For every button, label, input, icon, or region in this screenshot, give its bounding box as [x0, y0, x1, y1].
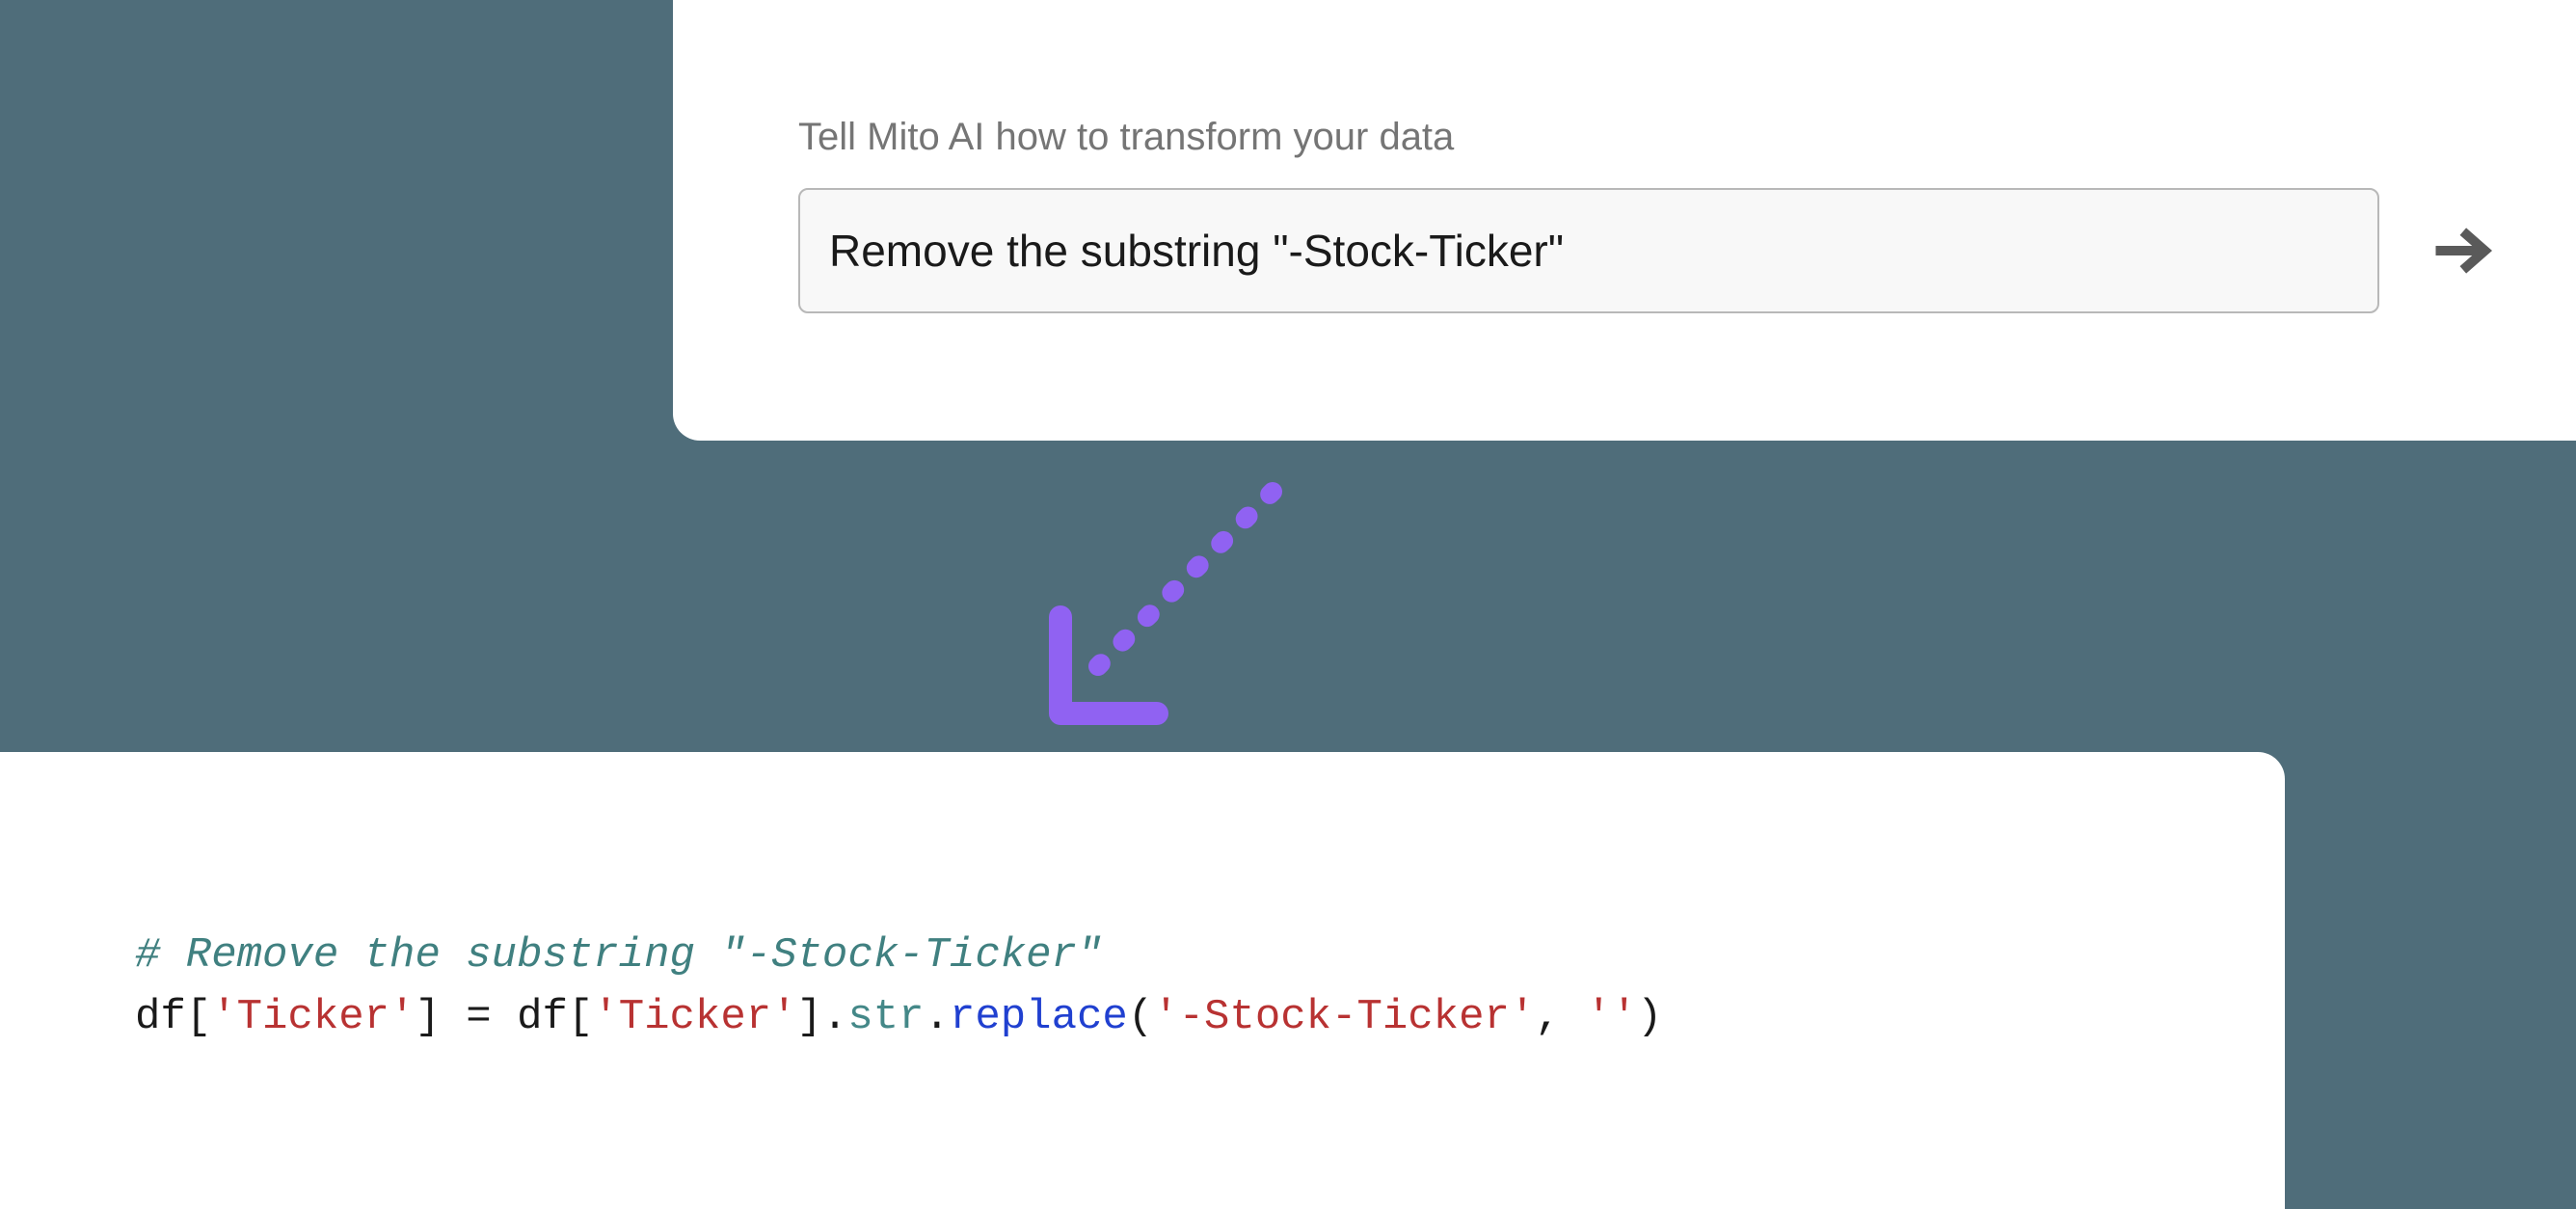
prompt-input[interactable] — [798, 188, 2379, 313]
code-block: # Remove the substring "-Stock-Ticker" d… — [135, 926, 2285, 1049]
code-token: df[ — [135, 993, 211, 1041]
code-token: , — [1535, 993, 1586, 1041]
code-token: ) — [1637, 993, 1662, 1041]
code-string: '' — [1586, 993, 1637, 1041]
code-token: . — [925, 993, 950, 1041]
ai-prompt-card: Tell Mito AI how to transform your data — [673, 0, 2576, 441]
connector-arrow-icon — [1032, 472, 1292, 742]
code-token: ] = df[ — [415, 993, 593, 1041]
code-comment: # Remove the substring "-Stock-Ticker" — [135, 931, 1102, 980]
code-output-card: # Remove the substring "-Stock-Ticker" d… — [0, 752, 2285, 1209]
code-string: 'Ticker' — [593, 993, 796, 1041]
code-token: ]. — [797, 993, 848, 1041]
code-string: '-Stock-Ticker' — [1153, 993, 1535, 1041]
prompt-input-row — [798, 188, 2489, 313]
code-method: replace — [950, 993, 1128, 1041]
code-attr: str — [847, 993, 924, 1041]
code-token: ( — [1128, 993, 1153, 1041]
arrow-right-icon — [2428, 218, 2493, 283]
submit-button[interactable] — [2418, 208, 2503, 293]
prompt-label: Tell Mito AI how to transform your data — [798, 116, 2489, 159]
code-string: 'Ticker' — [211, 993, 415, 1041]
